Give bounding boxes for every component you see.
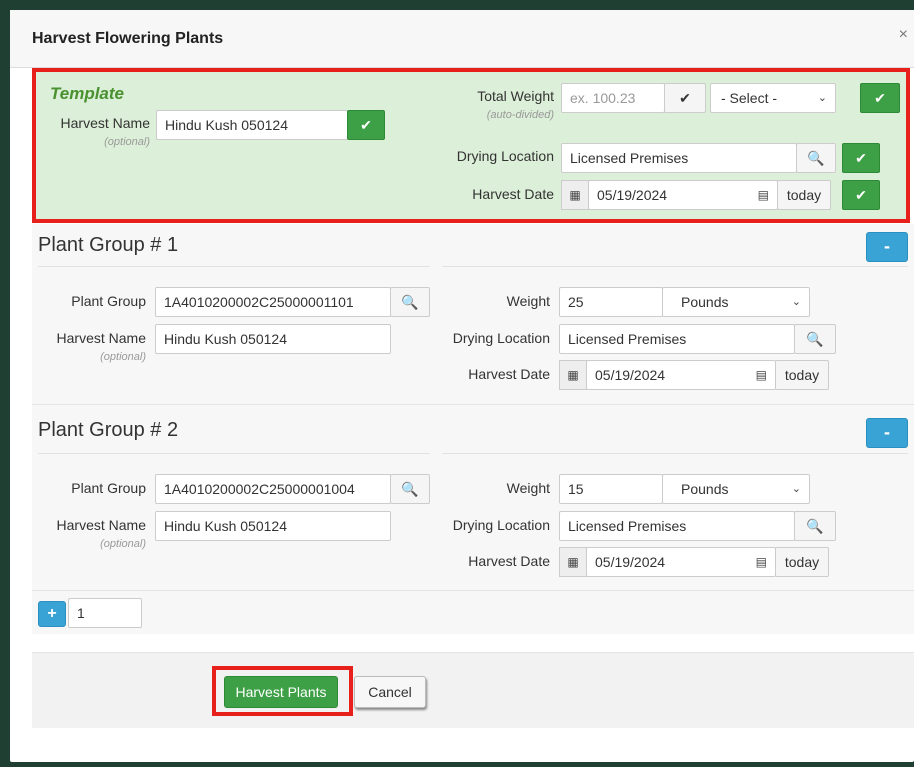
plant-group-1-unit-value: Pounds <box>681 294 729 310</box>
plant-group-2-harvest-date-input[interactable]: 05/19/2024 ▤ <box>586 547 776 577</box>
plant-group-2-today-button[interactable]: today <box>775 547 829 577</box>
check-icon: ✔ <box>874 90 886 106</box>
add-group-row: + 1 <box>32 590 914 634</box>
date-picker-icon[interactable]: ▤ <box>756 361 767 389</box>
plant-group-2-unit-select[interactable]: Pounds ⌄ <box>662 474 810 504</box>
check-icon: ✔ <box>855 187 867 203</box>
template-harvest-date-input[interactable]: 05/19/2024 ▤ <box>588 180 778 210</box>
search-icon: 🔍 <box>806 331 824 347</box>
search-icon: 🔍 <box>806 518 824 534</box>
template-harvest-name-input[interactable]: Hindu Kush 050124 <box>156 110 348 140</box>
plant-group-2-weight-label: Weight <box>506 480 550 496</box>
dialog-title: Harvest Flowering Plants <box>32 30 224 47</box>
template-harvest-date-value: 05/19/2024 <box>597 187 668 203</box>
plant-group-1-harvest-name-input[interactable]: Hindu Kush 050124 <box>155 324 391 354</box>
add-plant-group-button[interactable]: + <box>38 601 66 627</box>
chevron-down-icon: ⌄ <box>817 92 827 104</box>
total-weight-input[interactable]: ex. 100.23 <box>561 83 665 113</box>
plant-group-2-drying-location-label: Drying Location <box>452 517 550 533</box>
check-icon: ✔ <box>679 90 691 106</box>
plant-group-2-harvest-name-label: Harvest Name <box>56 517 146 533</box>
template-drying-location-input[interactable]: Licensed Premises <box>561 143 797 173</box>
weight-unit-select[interactable]: - Select - ⌄ <box>710 83 836 113</box>
calendar-icon: ▦ <box>559 547 587 577</box>
cancel-button[interactable]: Cancel <box>354 676 426 708</box>
date-picker-icon[interactable]: ▤ <box>756 548 767 576</box>
plant-group-2-plant-group-input[interactable]: 1A4010200002C25000001004 <box>155 474 391 504</box>
plant-group-1-drying-location-label: Drying Location <box>452 330 550 346</box>
template-harvest-name-hint: (optional) <box>104 136 150 148</box>
plant-group-2-unit-value: Pounds <box>681 481 729 497</box>
plant-group-2-divider-left <box>38 453 430 454</box>
dialog-titlebar: Harvest Flowering Plants × <box>10 10 914 68</box>
plant-group-1-drying-location-input[interactable]: Licensed Premises <box>559 324 795 354</box>
remove-plant-group-2-button[interactable]: - <box>866 418 908 448</box>
plant-group-1: Plant Group # 1 - Plant Group 1A40102000… <box>32 224 914 404</box>
template-harvest-name-apply-button[interactable]: ✔ <box>347 110 385 140</box>
plant-group-1-plant-group-input[interactable]: 1A4010200002C25000001101 <box>155 287 391 317</box>
plant-group-2-harvest-name-hint: (optional) <box>100 538 146 550</box>
date-picker-icon[interactable]: ▤ <box>758 181 769 209</box>
template-harvest-date-label: Harvest Date <box>472 186 554 202</box>
weight-unit-apply-button[interactable]: ✔ <box>860 83 900 113</box>
plant-group-1-drying-location-search-button[interactable]: 🔍 <box>794 324 836 354</box>
plant-group-2-drying-location-input[interactable]: Licensed Premises <box>559 511 795 541</box>
template-total-weight-hint: (auto-divided) <box>486 109 554 121</box>
plant-group-2-divider-right <box>442 453 908 454</box>
calendar-icon: ▦ <box>561 180 589 210</box>
plant-group-2-drying-location-search-button[interactable]: 🔍 <box>794 511 836 541</box>
plant-group-1-plant-group-label: Plant Group <box>71 293 146 309</box>
remove-plant-group-1-button[interactable]: - <box>866 232 908 262</box>
plant-group-1-harvest-date-input[interactable]: 05/19/2024 ▤ <box>586 360 776 390</box>
plant-group-2-plant-group-label: Plant Group <box>71 480 146 496</box>
plant-group-2: Plant Group # 2 - Plant Group 1A40102000… <box>32 404 914 590</box>
template-drying-location-apply-button[interactable]: ✔ <box>842 143 880 173</box>
chevron-down-icon: ⌄ <box>791 296 801 308</box>
plant-group-1-divider-left <box>38 266 430 267</box>
chevron-down-icon: ⌄ <box>791 483 801 495</box>
plant-group-1-weight-label: Weight <box>506 293 550 309</box>
check-icon: ✔ <box>360 117 372 133</box>
plant-group-1-harvest-date-value: 05/19/2024 <box>595 367 666 383</box>
template-section: Template Harvest Name (optional) Hindu K… <box>32 68 910 223</box>
plant-group-2-title: Plant Group # 2 <box>38 419 179 441</box>
harvest-dialog: Harvest Flowering Plants × Template Harv… <box>10 10 914 762</box>
plant-group-2-harvest-name-input[interactable]: Hindu Kush 050124 <box>155 511 391 541</box>
plant-group-1-title: Plant Group # 1 <box>38 234 179 256</box>
weight-unit-select-value: - Select - <box>721 90 778 106</box>
plant-group-1-weight-input[interactable]: 25 <box>559 287 663 317</box>
plant-group-2-weight-input[interactable]: 15 <box>559 474 663 504</box>
plant-group-2-harvest-date-value: 05/19/2024 <box>595 554 666 570</box>
plant-group-1-divider-right <box>442 266 908 267</box>
template-drying-location-label: Drying Location <box>456 148 554 164</box>
template-today-button[interactable]: today <box>777 180 831 210</box>
dialog-footer <box>32 652 914 728</box>
plant-group-1-harvest-date-label: Harvest Date <box>468 366 550 382</box>
template-drying-location-search-button[interactable]: 🔍 <box>796 143 836 173</box>
close-icon[interactable]: × <box>899 26 908 44</box>
plant-group-1-today-button[interactable]: today <box>775 360 829 390</box>
plant-group-1-unit-select[interactable]: Pounds ⌄ <box>662 287 810 317</box>
total-weight-apply-button[interactable]: ✔ <box>664 83 706 113</box>
template-total-weight-label: Total Weight <box>477 88 554 104</box>
add-group-count-input[interactable]: 1 <box>68 598 142 628</box>
search-icon: 🔍 <box>401 294 419 310</box>
template-harvest-date-apply-button[interactable]: ✔ <box>842 180 880 210</box>
plant-group-1-harvest-name-label: Harvest Name <box>56 330 146 346</box>
harvest-plants-button[interactable]: Harvest Plants <box>224 676 338 708</box>
plant-group-1-harvest-name-hint: (optional) <box>100 351 146 363</box>
template-heading: Template <box>50 84 125 103</box>
check-icon: ✔ <box>855 150 867 166</box>
plant-group-2-harvest-date-label: Harvest Date <box>468 553 550 569</box>
search-icon: 🔍 <box>807 150 825 166</box>
template-harvest-name-label: Harvest Name <box>60 115 150 131</box>
search-icon: 🔍 <box>401 481 419 497</box>
calendar-icon: ▦ <box>559 360 587 390</box>
